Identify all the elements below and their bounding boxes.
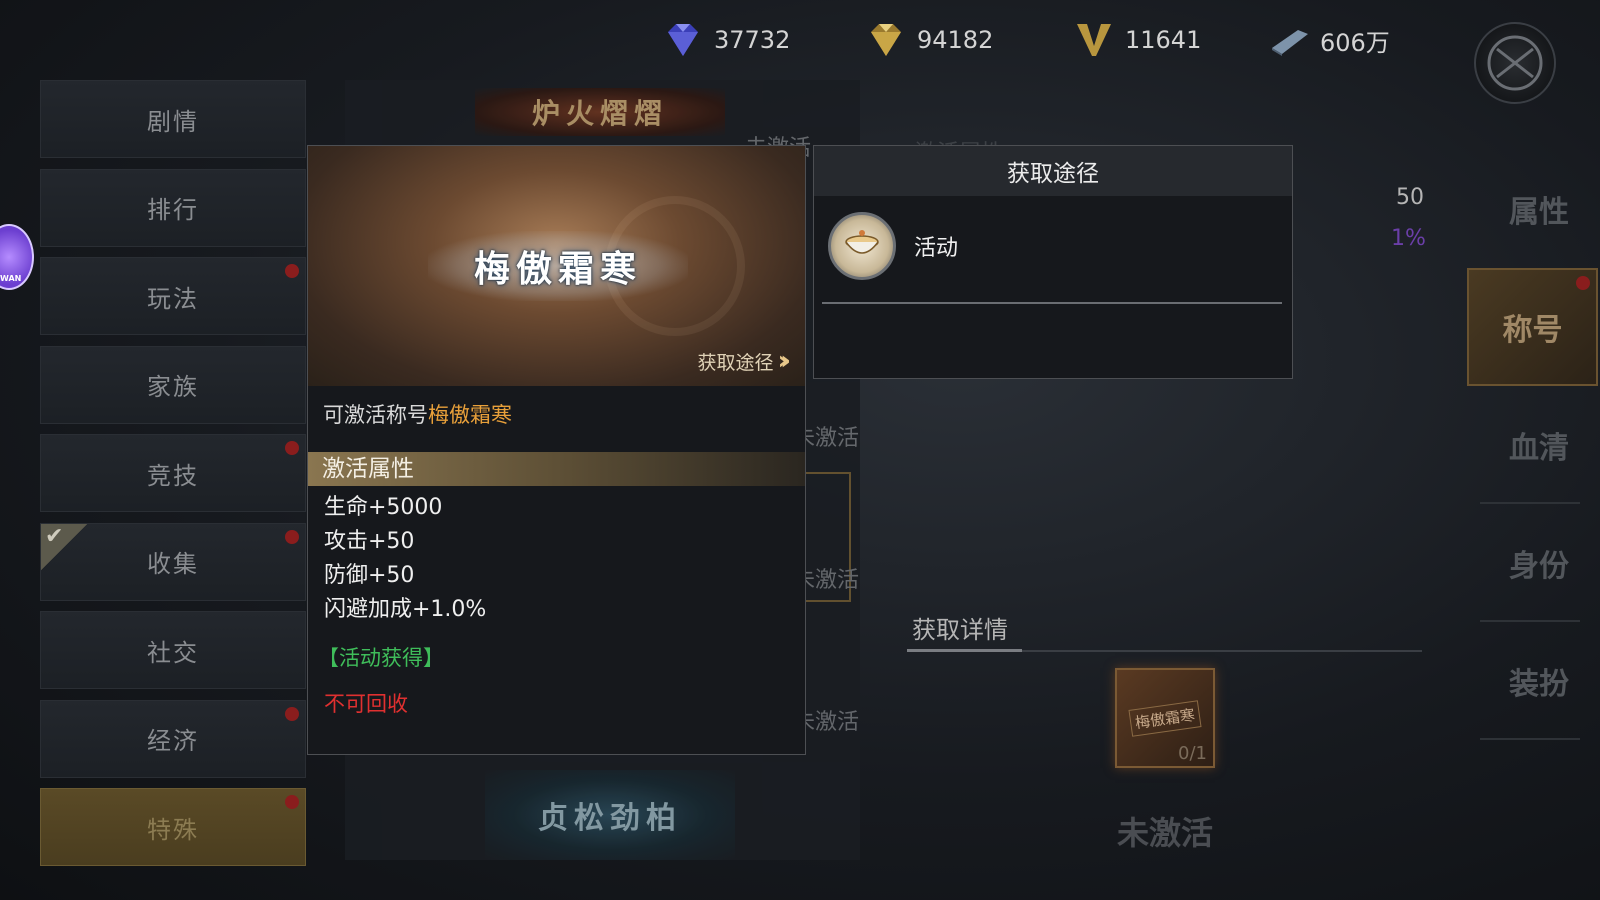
- nav-item-arena[interactable]: 竞技: [40, 434, 306, 512]
- notification-dot: [285, 529, 299, 544]
- right-tabs: 属性 称号 血清 身份 装扮: [1467, 150, 1598, 740]
- get-path-link[interactable]: 获取途径 ››: [698, 346, 792, 376]
- title-detail-popup: 梅傲霜寒 获取途径 ›› 可激活称号梅傲霜寒 激活属性 生命+5000 攻击+5…: [307, 145, 806, 755]
- nav-item-gameplay[interactable]: 玩法: [40, 257, 306, 335]
- nav-item-collection[interactable]: ✔ 收集: [40, 522, 306, 601]
- acquire-path-item[interactable]: 活动: [828, 212, 958, 280]
- stat-line: 防御+50: [324, 563, 415, 588]
- title-banner-image: 梅傲霜寒 获取途径 ››: [308, 146, 805, 386]
- acquire-path-popup: 获取途径 活动: [813, 145, 1293, 379]
- nav-item-special[interactable]: 特殊: [40, 788, 306, 866]
- double-chevron-right-icon: ››: [777, 346, 792, 376]
- divider-active: [907, 649, 1022, 652]
- silver-ingot-icon: [1268, 22, 1310, 58]
- banner-title: 梅傲霜寒: [473, 248, 642, 290]
- purple-diamond-icon: [662, 22, 704, 58]
- divider: [822, 302, 1282, 304]
- nav-item-family[interactable]: 家族: [40, 345, 306, 424]
- popup-title: 获取途径: [814, 146, 1292, 196]
- tab-attributes[interactable]: 属性: [1480, 150, 1598, 268]
- title-banner[interactable]: 炉火熠熠: [475, 88, 725, 136]
- notification-dot: [285, 795, 299, 809]
- currency-silver-ingot: 606万: [1268, 20, 1390, 60]
- nav-item-social[interactable]: 社交: [40, 611, 306, 689]
- source-text: 【活动获得】: [318, 646, 444, 670]
- activate-text: 可激活称号梅傲霜寒: [323, 403, 512, 427]
- recycle-text: 不可回收: [324, 692, 408, 716]
- card-title: 梅傲霜寒: [1128, 699, 1202, 737]
- status-text: 未激活: [1116, 814, 1213, 852]
- close-icon: [1487, 35, 1543, 91]
- stat-line: 生命+5000: [324, 495, 443, 520]
- notification-dot: [285, 264, 299, 278]
- tab-titles[interactable]: 称号: [1467, 268, 1598, 386]
- nav-item-economy[interactable]: 经济: [40, 699, 306, 778]
- activate-title: 梅傲霜寒: [428, 403, 512, 427]
- notification-dot: [285, 441, 299, 455]
- left-nav: 剧情 排行 玩法 家族 竞技 ✔ 收集 社交 经济 特殊: [40, 80, 306, 877]
- nav-item-ranking[interactable]: 排行: [40, 168, 306, 247]
- acquire-detail-title: 获取详情: [912, 616, 1008, 644]
- tab-identity[interactable]: 身份: [1480, 504, 1598, 622]
- card-count: 0/1: [1178, 743, 1207, 764]
- nav-item-story[interactable]: 剧情: [40, 80, 306, 158]
- stat-line: 闪避加成+1.0%: [324, 597, 487, 622]
- tab-serum[interactable]: 血清: [1480, 386, 1598, 504]
- tab-costume[interactable]: 装扮: [1480, 622, 1598, 740]
- currency-value: 37732: [714, 26, 791, 54]
- v-coin-icon: [1073, 22, 1115, 58]
- gold-diamond-icon: [865, 22, 907, 58]
- title-item-card[interactable]: 梅傲霜寒 0/1: [1115, 668, 1215, 768]
- close-button[interactable]: [1474, 22, 1556, 104]
- activity-bowl-icon: [828, 212, 896, 280]
- check-icon: ✔: [41, 523, 87, 570]
- currency-gold-diamond: 94182: [865, 20, 993, 60]
- attr-header: 激活属性: [308, 452, 805, 486]
- notification-dot: [1576, 276, 1590, 290]
- currency-purple-diamond: 37732: [662, 20, 790, 60]
- notification-dot: [285, 706, 299, 721]
- stat-line: 攻击+50: [324, 529, 415, 554]
- currency-v-coin: 11641: [1073, 20, 1201, 60]
- stat-value: 50: [1396, 185, 1424, 210]
- stat-value: 1%: [1391, 226, 1426, 251]
- currency-value: 606万: [1320, 28, 1390, 57]
- acquire-path-label: 活动: [914, 236, 959, 261]
- currency-value: 11641: [1125, 26, 1202, 54]
- currency-value: 94182: [917, 26, 994, 54]
- title-banner[interactable]: 贞松劲柏: [485, 770, 735, 860]
